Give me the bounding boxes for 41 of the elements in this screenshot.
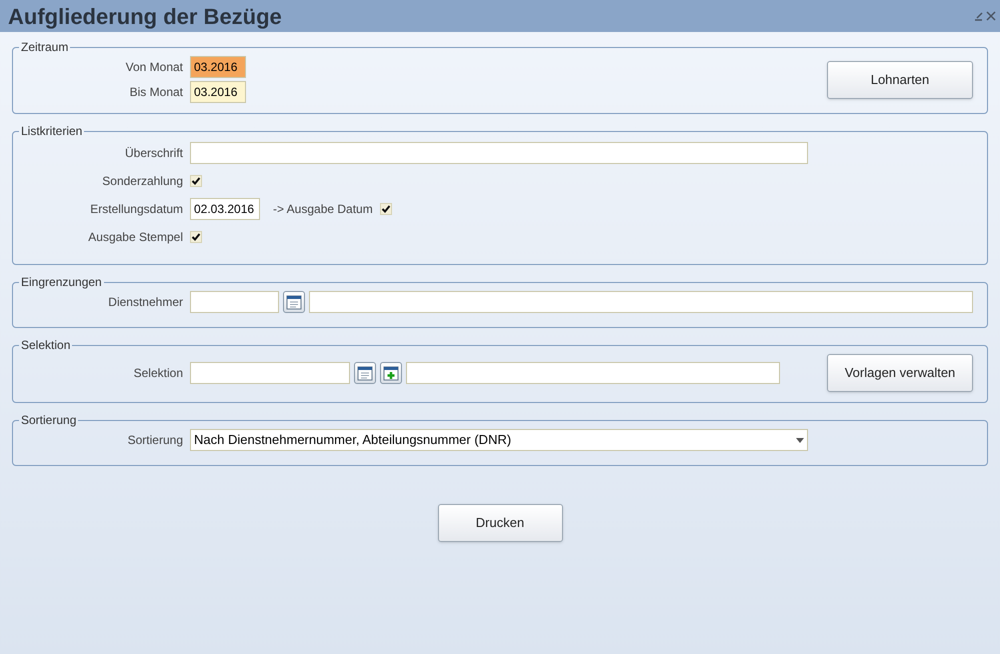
field-label: Sonderzahlung (101, 173, 183, 190)
lookup-button[interactable] (354, 362, 376, 384)
field-label: Erstellungsdatum (89, 201, 183, 218)
print-button[interactable]: Drucken (438, 504, 562, 542)
section-title: Eingrenzungen (20, 274, 103, 291)
field-label: Bis Monat (128, 84, 183, 101)
text-field[interactable] (190, 142, 808, 164)
list-icon (286, 294, 302, 310)
field-label: Ausgabe Stempel (87, 229, 183, 246)
field-label: Von Monat (124, 59, 183, 76)
text-field[interactable]: 03.2016 (190, 81, 246, 103)
field-label: Sortierung (126, 432, 183, 449)
text-field[interactable] (309, 291, 973, 313)
sort-dropdown[interactable]: Nach Dienstnehmernummer, Abteilungsnummer (DNR) (190, 429, 808, 451)
text-field[interactable]: 02.03.2016 (190, 198, 260, 220)
caret-icon (796, 438, 804, 442)
text-field[interactable]: 03.2016 (190, 56, 246, 78)
checkbox[interactable] (380, 203, 392, 215)
field-label: Dienstnehmer (107, 294, 183, 311)
section-title: Listkriterien (20, 123, 84, 140)
add-button[interactable] (380, 362, 402, 384)
lookup-button[interactable] (283, 291, 305, 313)
section-title: Selektion (20, 337, 72, 354)
list-icon (357, 365, 373, 381)
section-title: Zeitraum (20, 39, 70, 56)
minimize-icon[interactable] (974, 11, 984, 21)
field-label: Selektion (132, 365, 183, 382)
close-icon[interactable] (986, 11, 996, 21)
lohnarten-button[interactable]: Lohnarten (827, 60, 973, 98)
section-title: Sortierung (20, 412, 78, 429)
field-label: Überschrift (124, 145, 183, 162)
field-label: -> Ausgabe Datum (273, 201, 373, 218)
manage-templates-button[interactable]: Vorlagen verwalten (827, 354, 973, 392)
text-field[interactable] (190, 362, 350, 384)
add-icon (383, 365, 399, 381)
window-title: Aufgliederung der Bezüge (8, 2, 282, 31)
text-field[interactable] (190, 291, 279, 313)
checkbox[interactable] (190, 231, 202, 243)
dropdown-value: Nach Dienstnehmernummer, Abteilungsnummer (DNR) (194, 431, 512, 450)
text-field[interactable] (406, 362, 780, 384)
checkbox[interactable] (190, 175, 202, 187)
